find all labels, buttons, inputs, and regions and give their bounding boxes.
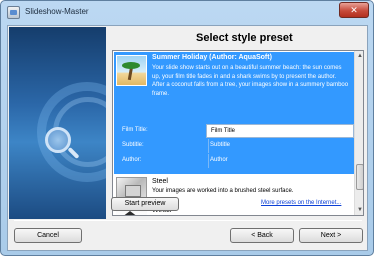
preset-description: Your slide show starts out on a beautifu…	[152, 65, 349, 97]
field-label: Author:	[122, 157, 142, 163]
preset-list[interactable]: Summer Holiday (Author: AquaSoft) Your s…	[112, 50, 364, 216]
next-button[interactable]: Next >	[299, 228, 363, 243]
wizard-side-banner	[9, 27, 106, 219]
field-row-film-title: Film Title: Film Title	[117, 124, 354, 138]
field-label: Subtitle:	[122, 142, 144, 148]
window-title: Slideshow-Master	[25, 7, 89, 16]
back-button[interactable]: < Back	[230, 228, 294, 243]
app-icon	[7, 6, 20, 19]
preset-title: Steel	[152, 178, 168, 185]
preset-title: Summer Holiday (Author: AquaSoft)	[152, 54, 272, 61]
beach-palm-icon	[116, 55, 147, 86]
subtitle-field[interactable]: Subtitle	[206, 139, 354, 153]
footer-separator	[14, 220, 362, 221]
film-title-input[interactable]: Film Title	[206, 124, 354, 138]
scroll-up-icon[interactable]: ▲	[355, 51, 363, 61]
preset-list-scrollbar[interactable]: ▲ ▼	[354, 51, 363, 215]
start-preview-button[interactable]: Start preview	[111, 197, 179, 211]
scroll-down-icon[interactable]: ▼	[355, 205, 363, 215]
magnifier-icon	[45, 127, 71, 153]
title-bar[interactable]: Slideshow-Master ✕	[1, 1, 373, 25]
preset-description: Your images are worked into a brushed st…	[152, 188, 294, 194]
field-row-author: Author: Author	[117, 154, 353, 168]
author-field[interactable]: Author	[206, 154, 354, 168]
cancel-button[interactable]: Cancel	[14, 228, 82, 243]
preset-item-selected[interactable]: Summer Holiday (Author: AquaSoft) Your s…	[114, 52, 354, 174]
wizard-window: Slideshow-Master ✕ Select style preset S…	[0, 0, 374, 256]
field-label: Film Title:	[122, 127, 148, 133]
scroll-thumb[interactable]	[356, 164, 363, 190]
more-presets-link[interactable]: More presets on the Internet...	[261, 200, 341, 206]
field-row-subtitle: Subtitle: Subtitle	[117, 139, 353, 153]
close-button[interactable]: ✕	[339, 2, 369, 18]
page-title: Select style preset	[196, 32, 293, 44]
wizard-content: Select style preset Summer Holiday (Auth…	[7, 25, 368, 251]
